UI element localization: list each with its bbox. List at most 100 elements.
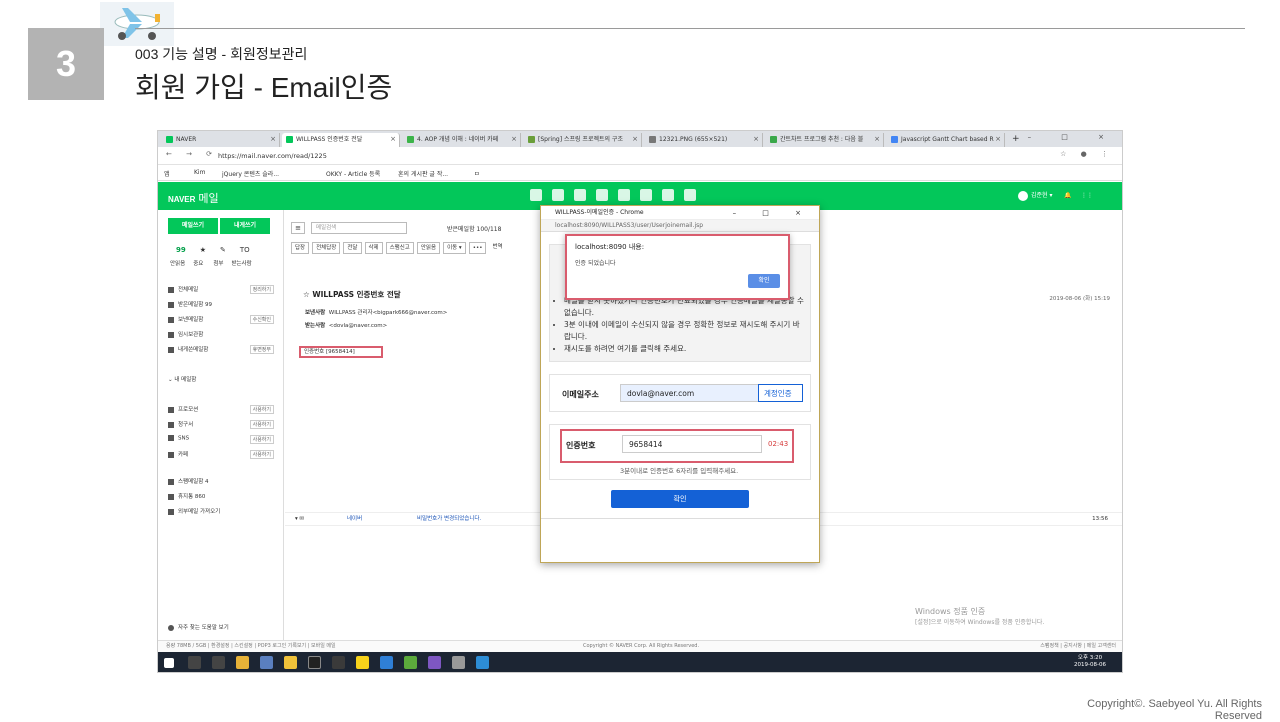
folder-all[interactable]: 전체메일 정리하기 [168, 285, 274, 294]
app-icon[interactable] [452, 656, 465, 669]
use-tag[interactable]: 사용하기 [249, 450, 274, 459]
folder-sns[interactable]: SNS 사용하기 [168, 435, 274, 444]
reply-all-button[interactable]: 전체답장 [312, 242, 341, 254]
app-icon[interactable] [332, 656, 345, 669]
mail-search-input[interactable]: 메일검색 [311, 222, 407, 234]
calendar-icon[interactable] [552, 189, 564, 201]
folder-drafts[interactable]: 임시보관함 [168, 330, 274, 338]
app-icon[interactable] [476, 656, 489, 669]
home-icon[interactable] [662, 189, 674, 201]
move-button[interactable]: 이동 ▾ [443, 242, 466, 254]
tab-willpass[interactable]: WILLPASS 인증번호 전달 × [282, 133, 400, 147]
close-icon[interactable]: × [874, 133, 880, 146]
my-mailbox[interactable]: ⌄ 내 메일함 [168, 375, 196, 383]
window-controls[interactable]: – □ × [1028, 133, 1118, 141]
box-icon[interactable] [684, 189, 696, 201]
eclipse-icon[interactable] [428, 656, 441, 669]
tab-png[interactable]: 12321.PNG (655×521) × [645, 133, 763, 147]
folder-tag[interactable]: 수신확인 [249, 315, 274, 324]
star-icon[interactable]: ☆ ● ⋮ [1060, 150, 1114, 158]
user-menu[interactable]: 김준현 ▾ 🔔 ⋮⋮ [1018, 190, 1093, 201]
new-tab-button[interactable]: + [1008, 133, 1022, 147]
folder-promo[interactable]: 프로모션 사용하기 [168, 405, 274, 414]
translate-button[interactable]: 번역 [489, 242, 506, 254]
verify-account-button[interactable]: 계정인증 [758, 384, 803, 402]
info-item[interactable]: 재시도를 하려면 여기를 클릭해 주세요. [564, 343, 804, 355]
folder-spam[interactable]: 스팸메일함 4 [168, 477, 209, 485]
folder-inbox[interactable]: 받은메일함 99 [168, 300, 274, 308]
folder-cafe[interactable]: 카페 사용하기 [168, 450, 274, 459]
tab-gantt[interactable]: 간트차트 프로그램 추천 : 다음 블 × [766, 133, 884, 147]
bookmark-other[interactable]: ㅁ [474, 169, 480, 178]
bookmark-board[interactable]: 혼의 게시판 글 작... [398, 169, 448, 178]
close-icon[interactable]: × [995, 133, 1001, 146]
folder-tag[interactable]: 휴면정부 [249, 345, 274, 354]
bookmark-apps[interactable]: 앱 [164, 169, 170, 178]
chrome-icon[interactable] [236, 656, 249, 669]
forward-button[interactable]: 전달 [343, 242, 362, 254]
task-view-icon[interactable] [212, 656, 225, 669]
memo-icon[interactable] [640, 189, 652, 201]
folder-bill[interactable]: 청구서 사용하기 [168, 420, 274, 429]
star-icon[interactable]: ★ [200, 246, 206, 254]
mark-unread-button[interactable]: 안읽음 [416, 242, 441, 254]
write-mail-button[interactable]: 메일쓰기 [168, 218, 218, 234]
list-icon[interactable] [574, 189, 586, 201]
naver-logo[interactable]: NAVER 메일 [168, 190, 219, 206]
app-icon[interactable] [404, 656, 417, 669]
attach-icon[interactable]: ✎ [220, 246, 226, 254]
close-icon[interactable]: × [390, 133, 396, 146]
tab-js-gantt[interactable]: Javascript Gantt Chart based R × [887, 133, 1005, 147]
write-self-button[interactable]: 내게쓰기 [220, 218, 270, 234]
folder-external[interactable]: 외부메일 가져오기 [168, 507, 220, 515]
more-button[interactable]: ••• [468, 242, 487, 254]
reply-button[interactable]: 답장 [291, 242, 310, 254]
folder-self[interactable]: 내게쓴메일함 휴면정부 [168, 345, 274, 354]
bookmark-okky[interactable]: OKKY - Article 등록 [326, 169, 380, 178]
code-field[interactable]: 9658414 [622, 435, 762, 453]
footer-right-links[interactable]: 스팸정책 | 공지사항 | 메일 고객센터 [1040, 641, 1116, 652]
search-icon[interactable] [188, 656, 201, 669]
contacts-icon[interactable] [596, 189, 608, 201]
close-icon[interactable]: × [270, 133, 276, 146]
close-icon[interactable]: × [511, 133, 517, 146]
windows-start-icon[interactable] [164, 658, 174, 668]
unread-count[interactable]: 99 [176, 246, 186, 254]
close-icon[interactable]: × [753, 133, 759, 146]
drive-icon[interactable] [618, 189, 630, 201]
use-tag[interactable]: 사용하기 [249, 420, 274, 429]
confirm-button[interactable]: 확인 [611, 490, 749, 508]
system-clock[interactable]: 오후 3:20 2019-08-06 [1074, 655, 1106, 669]
receiver-value[interactable]: <dovla@naver.com> [329, 323, 387, 329]
folder-trash[interactable]: 휴지통 860 [168, 492, 205, 500]
folder-tag[interactable]: 정리하기 [249, 285, 274, 294]
bookmark-jquery[interactable]: jQuery 콘텐츠 슬라... [222, 169, 279, 178]
close-icon[interactable]: × [632, 133, 638, 146]
folder-sent[interactable]: 보낸메일함 수신확인 [168, 315, 274, 324]
tab-aop[interactable]: 4. AOP 개념 이해 : 네이버 카페 × [403, 133, 521, 147]
terminal-icon[interactable] [308, 656, 321, 669]
delete-button[interactable]: 삭제 [364, 242, 383, 254]
menu-icon[interactable]: ≡ [291, 222, 305, 234]
kakaotalk-icon[interactable] [356, 656, 369, 669]
url-field[interactable]: https://mail.naver.com/read/1225 [218, 150, 1058, 162]
use-tag[interactable]: 사용하기 [249, 435, 274, 444]
alert-ok-button[interactable]: 확인 [748, 274, 780, 288]
nav-arrows-icon[interactable]: ← → ⟳ [166, 150, 218, 158]
mail-icon[interactable] [530, 189, 542, 201]
use-tag[interactable]: 사용하기 [249, 405, 274, 414]
help-link[interactable]: 자주 찾는 도움말 보기 [168, 623, 229, 631]
grid-icon[interactable]: ⋮⋮ [1081, 192, 1093, 199]
sender-value[interactable]: WILLPASS 관리자<bigpark666@naver.com> [329, 310, 448, 316]
app-icon[interactable] [380, 656, 393, 669]
spam-report-button[interactable]: 스팸신고 [385, 242, 414, 254]
tab-spring[interactable]: [Spring] 스프링 프로젝트의 구조 × [524, 133, 642, 147]
bell-icon[interactable]: 🔔 [1064, 192, 1071, 199]
folder-icon[interactable] [284, 656, 297, 669]
bookmark-kim[interactable]: Kim [194, 169, 205, 176]
popup-window-controls[interactable]: – □ × [733, 206, 813, 220]
email-field[interactable]: dovla@naver.com [620, 384, 760, 402]
app-icon[interactable] [260, 656, 273, 669]
to-icon[interactable]: TO [240, 246, 250, 254]
footer-links[interactable]: 용량 78MB / 5GB | 환경설정 | 스킨설정 | POP3 로그인 기… [166, 643, 336, 649]
